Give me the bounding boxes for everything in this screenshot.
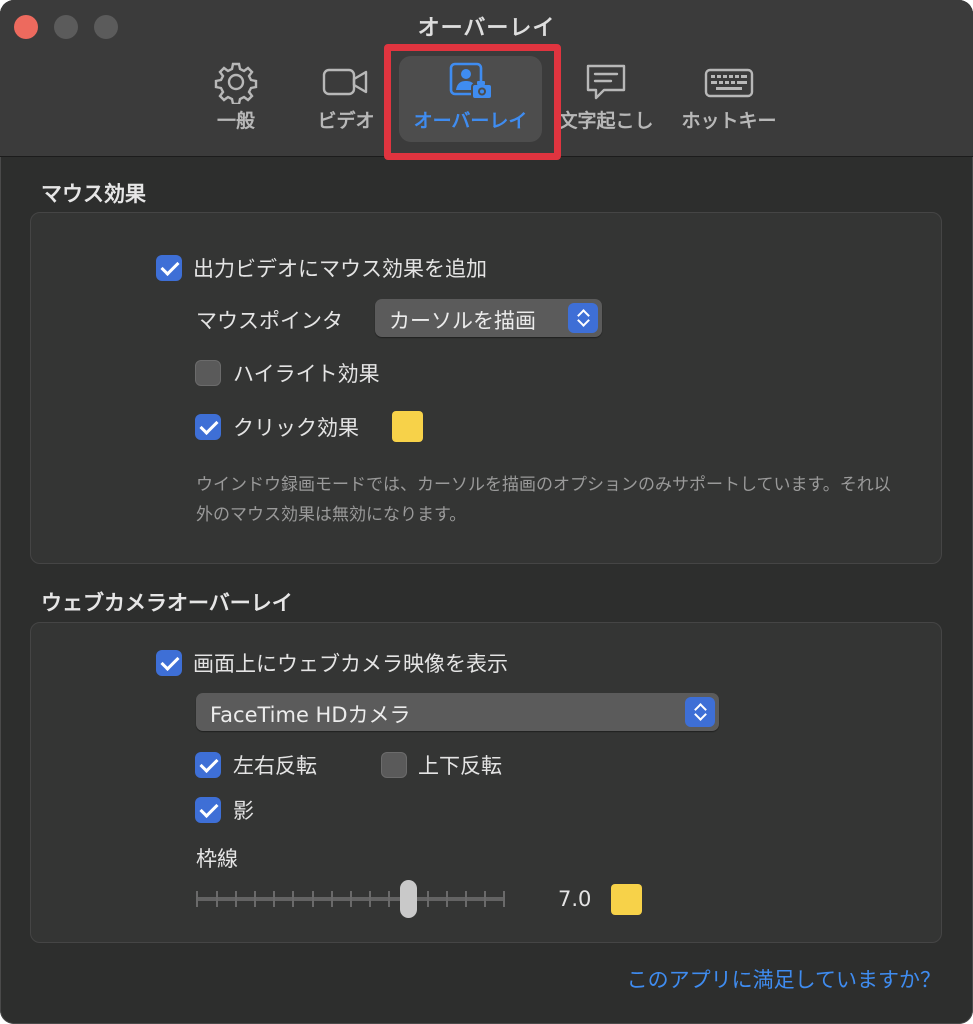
camera-select-popup[interactable]: FaceTime HDカメラ bbox=[196, 693, 719, 731]
slider-tick bbox=[427, 891, 429, 907]
highlight-frame bbox=[384, 44, 561, 160]
border-color-well[interactable] bbox=[611, 884, 642, 915]
add-mouse-effects-checkbox[interactable] bbox=[156, 255, 182, 281]
border-label: 枠線 bbox=[196, 847, 238, 871]
tab-general[interactable]: 一般 bbox=[196, 56, 276, 142]
slider-tick bbox=[273, 891, 275, 907]
slider-tick bbox=[216, 891, 218, 907]
slider-tick bbox=[369, 891, 371, 907]
speech-bubble-icon bbox=[556, 60, 656, 104]
highlight-effect-checkbox[interactable] bbox=[195, 360, 221, 386]
slider-tick bbox=[465, 891, 467, 907]
mouse-pointer-label: マウスポインタ bbox=[196, 309, 343, 333]
slider-tick bbox=[312, 891, 314, 907]
window-mode-note: ウインドウ録画モードでは、カーソルを描画のオプションのみサポートしています。それ… bbox=[196, 475, 891, 525]
shadow-label: 影 bbox=[233, 799, 254, 823]
mouse-pointer-popup[interactable]: カーソルを描画 bbox=[375, 299, 602, 337]
tab-video-label: ビデオ bbox=[317, 110, 375, 132]
keyboard-icon bbox=[676, 60, 782, 104]
slider-tick bbox=[446, 891, 448, 907]
tab-hotkeys-label: ホットキー bbox=[681, 110, 777, 132]
click-effect-color-well[interactable] bbox=[392, 411, 423, 442]
click-effect-label: クリック効果 bbox=[233, 416, 359, 440]
tab-hotkeys[interactable]: ホットキー bbox=[676, 56, 782, 142]
tab-general-label: 一般 bbox=[216, 110, 255, 132]
chevron-updown-icon bbox=[685, 697, 715, 727]
video-camera-icon bbox=[306, 60, 386, 104]
slider-tick bbox=[484, 891, 486, 907]
slider-knob[interactable] bbox=[400, 880, 417, 918]
titlebar: オーバーレイ 一般 ビデオ オーバーレイ 文字起こし ホットキー bbox=[0, 0, 973, 160]
show-webcam-checkbox[interactable] bbox=[156, 650, 182, 676]
flip-vertical-checkbox[interactable] bbox=[381, 752, 407, 778]
gear-icon bbox=[196, 60, 276, 104]
slider-tick bbox=[292, 891, 294, 907]
slider-tick bbox=[196, 891, 198, 907]
slider-tick bbox=[388, 891, 390, 907]
mouse-effects-title: マウス効果 bbox=[41, 182, 146, 206]
highlight-effect-label: ハイライト効果 bbox=[233, 362, 380, 386]
slider-tick bbox=[350, 891, 352, 907]
settings-window: オーバーレイ 一般 ビデオ オーバーレイ 文字起こし ホットキー マウス効果 出… bbox=[0, 0, 973, 1024]
slider-tick bbox=[254, 891, 256, 907]
tab-transcription[interactable]: 文字起こし bbox=[556, 56, 656, 142]
mouse-pointer-value: カーソルを描画 bbox=[389, 309, 536, 333]
camera-select-value: FaceTime HDカメラ bbox=[210, 703, 411, 727]
flip-horizontal-label: 左右反転 bbox=[233, 754, 317, 778]
webcam-overlay-title: ウェブカメラオーバーレイ bbox=[41, 591, 293, 615]
chevron-updown-icon bbox=[568, 303, 598, 333]
shadow-checkbox[interactable] bbox=[195, 797, 221, 823]
tab-transcription-label: 文字起こし bbox=[558, 110, 654, 132]
slider-tick bbox=[235, 891, 237, 907]
feedback-link[interactable]: このアプリに満足していますか？ bbox=[627, 964, 941, 994]
slider-tick bbox=[503, 891, 505, 907]
flip-vertical-label: 上下反転 bbox=[418, 754, 502, 778]
add-mouse-effects-label: 出力ビデオにマウス効果を追加 bbox=[193, 257, 487, 281]
border-width-value: 7.0 bbox=[558, 887, 592, 911]
click-effect-checkbox[interactable] bbox=[195, 414, 221, 440]
slider-tick bbox=[331, 891, 333, 907]
tab-video[interactable]: ビデオ bbox=[306, 56, 386, 142]
flip-horizontal-checkbox[interactable] bbox=[195, 752, 221, 778]
window-title: オーバーレイ bbox=[417, 16, 556, 41]
show-webcam-label: 画面上にウェブカメラ映像を表示 bbox=[193, 652, 508, 676]
